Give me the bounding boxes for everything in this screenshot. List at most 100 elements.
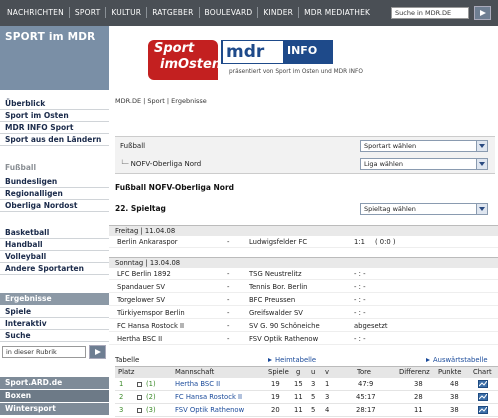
match-separator: - [227, 309, 230, 317]
col-mannschaft[interactable]: Mannschaft [175, 367, 214, 378]
filter-sport-label: Fußball [120, 142, 146, 150]
trend-square-icon [137, 391, 142, 404]
row-diff: 28 [414, 393, 423, 401]
col-punkte[interactable]: Punkte [438, 367, 461, 378]
sidebar-item-bundesligen[interactable]: Bundesligen [0, 176, 109, 188]
sidebar-item-sport-laender[interactable]: Sport aus den Ländern [0, 134, 109, 146]
row-team[interactable]: FSV Optik Rathenow [175, 404, 244, 417]
sidebar-item-andere-sportarten[interactable]: Andere Sportarten [0, 263, 109, 275]
heimtabelle-link[interactable]: Heimtabelle [268, 356, 316, 364]
match-row: Torgelower SV - BFC Preussen - : - [109, 294, 498, 306]
sidebar-item-spiele[interactable]: Spiele [0, 306, 109, 318]
col-platz[interactable]: Platz [118, 367, 134, 378]
row-punkte: 38 [450, 393, 459, 401]
presented-by-text: präsentiert von Sport im Osten und MDR I… [229, 69, 363, 75]
top-nav-nachrichten[interactable]: NACHRICHTEN [2, 7, 70, 18]
match-row: Hertha BSC II - FSV Optik Rathenow - : - [109, 333, 498, 345]
sport-select[interactable]: Sportart wählen [360, 140, 488, 152]
col-g[interactable]: g [296, 367, 300, 378]
top-nav-kultur[interactable]: KULTUR [106, 7, 148, 18]
home-team: LFC Berlin 1892 [117, 270, 171, 278]
row-team[interactable]: Hertha BSC II [175, 378, 220, 391]
sidebar-section-fussball: Fußball [5, 163, 37, 172]
liga-select[interactable]: Liga wählen [360, 158, 488, 170]
match-separator: - [227, 335, 230, 343]
liga-title: Fußball NOFV-Oberliga Nord [115, 183, 235, 192]
sidebar-item-volleyball[interactable]: Volleyball [0, 251, 109, 263]
row-spiele: 19 [271, 393, 280, 401]
home-team: Hertha BSC II [117, 335, 163, 343]
away-team: Greifswalder SV [249, 309, 303, 317]
sidebar-item-ueberblick[interactable]: Überblick [0, 98, 109, 110]
col-spiele[interactable]: Spiele [268, 367, 289, 378]
top-nav-mediathek[interactable]: MDR MEDIATHEK [299, 7, 375, 18]
chart-icon[interactable] [478, 406, 488, 414]
spieltag-select[interactable]: Spieltag wählen [360, 203, 488, 215]
match-result: - : - [354, 296, 366, 304]
match-separator: - [227, 283, 230, 291]
section-title: SPORT im MDR [5, 31, 96, 43]
match-separator: - [227, 238, 230, 246]
filter-box: Fußball Sportart wählen └─ NOFV-Oberliga… [115, 136, 495, 174]
home-team: Torgelower SV [117, 296, 166, 304]
site-search-input[interactable] [391, 7, 469, 19]
away-team: Ludwigsfelder FC [249, 238, 308, 246]
match-separator: - [227, 296, 230, 304]
match-row: LFC Berlin 1892 - TSG Neustrelitz - : - [109, 268, 498, 280]
sidebar-item-interaktiv[interactable]: Interaktiv [0, 318, 109, 330]
sidebar-item-suche[interactable]: Suche [0, 330, 109, 342]
top-nav-items: NACHRICHTEN SPORT KULTUR RATGEBER BOULEV… [2, 7, 375, 18]
sport-im-osten-logo[interactable]: Sport imOsten [148, 40, 221, 80]
away-team: Tennis Bor. Berlin [249, 283, 308, 291]
breadcrumb[interactable]: MDR.DE | Sport | Ergebnisse [115, 97, 207, 105]
halftime-result: ( 0:0 ) [375, 238, 396, 246]
col-u[interactable]: u [311, 367, 315, 378]
chart-icon[interactable] [478, 380, 488, 388]
trend-square-icon [137, 404, 142, 417]
table-row: 2 (2) FC Hansa Rostock II 19 11 5 3 45:1… [115, 391, 498, 404]
site-search-go-button[interactable] [474, 6, 491, 20]
col-differenz[interactable]: Differenz [399, 367, 430, 378]
section-header: SPORT im MDR [0, 26, 109, 90]
match-row: Berlin Ankaraspor - Ludwigsfelder FC 1:1… [109, 236, 498, 248]
rubrik-search-go-button[interactable] [89, 345, 106, 359]
row-punkte: 48 [450, 380, 459, 388]
sidebar-item-regionalligen[interactable]: Regionalligen [0, 188, 109, 200]
row-u: 5 [311, 393, 316, 401]
rubrik-search-input[interactable] [2, 346, 86, 358]
match-result: 1:1 [354, 238, 365, 246]
match-result: - : - [354, 283, 366, 291]
match-row: Türkiyemspor Berlin - Greifswalder SV - … [109, 307, 498, 319]
top-nav-sport[interactable]: SPORT [70, 7, 107, 18]
row-spiele: 19 [271, 380, 280, 388]
row-tore: 45:17 [356, 393, 376, 401]
table-row: 3 (3) FSV Optik Rathenow 20 11 5 4 28:17… [115, 404, 498, 417]
row-team[interactable]: FC Hansa Rostock II [175, 391, 242, 404]
row-v: 3 [325, 393, 330, 401]
chevron-down-icon [476, 159, 487, 169]
sidebar-item-ergebnisse[interactable]: Ergebnisse [0, 293, 109, 305]
filter-liga-label: └─ NOFV-Oberliga Nord [120, 160, 202, 168]
row-prev-platz: (1) [146, 380, 156, 388]
top-nav-ratgeber[interactable]: RATGEBER [147, 7, 200, 18]
home-team: Türkiyemspor Berlin [117, 309, 185, 317]
row-prev-platz: (2) [146, 393, 156, 401]
sidebar-item-basketball[interactable]: Basketball [0, 227, 109, 239]
mdr-info-logo[interactable]: mdr INFO [221, 40, 333, 64]
home-team: Spandauer SV [117, 283, 165, 291]
sidebar-item-oberliga-nordost[interactable]: Oberliga Nordost [0, 200, 109, 212]
sidebar-item-handball[interactable]: Handball [0, 239, 109, 251]
sidebar-link-sport-ard[interactable]: Sport.ARD.de [0, 377, 109, 389]
sidebar-link-boxen[interactable]: Boxen [0, 390, 109, 402]
top-nav-kinder[interactable]: KINDER [258, 7, 300, 18]
col-v[interactable]: v [325, 367, 329, 378]
sidebar-item-mdr-info-sport[interactable]: MDR INFO Sport [0, 122, 109, 134]
sidebar-item-sport-im-osten[interactable]: Sport im Osten [0, 110, 109, 122]
auswaertstabelle-link[interactable]: Auswärtstabelle [426, 356, 488, 364]
matchday-header: Sonntag | 13.04.08 [109, 257, 498, 268]
top-nav-boulevard[interactable]: BOULEVARD [200, 7, 259, 18]
chart-icon[interactable] [478, 393, 488, 401]
sidebar-link-wintersport[interactable]: Wintersport [0, 403, 109, 415]
col-tore[interactable]: Tore [357, 367, 371, 378]
row-g: 11 [294, 393, 303, 401]
